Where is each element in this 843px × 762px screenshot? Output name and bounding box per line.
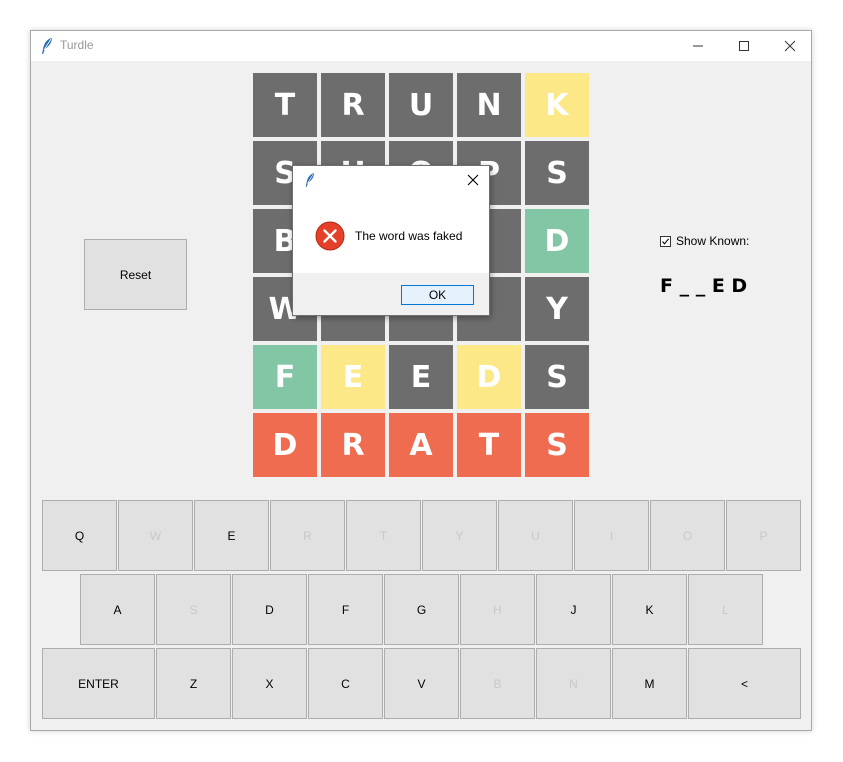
key-a[interactable]: A [80,574,155,645]
key-q[interactable]: Q [42,500,117,571]
turdle-window: Turdle TRUNKSHOPSBDWYFEEDSDRATS Reset Sh… [30,30,812,731]
close-icon [467,174,479,186]
key-j[interactable]: J [536,574,611,645]
key-l[interactable]: L [688,574,763,645]
key-m[interactable]: M [612,648,687,719]
close-window-button[interactable] [767,31,813,61]
show-known-toggle[interactable]: Show Known: [660,233,749,249]
key-k[interactable]: K [612,574,687,645]
grid-tile: E [321,345,385,409]
minimize-button[interactable] [675,31,721,61]
key-t[interactable]: T [346,500,421,571]
key-s[interactable]: S [156,574,231,645]
key-enter[interactable]: ENTER [42,648,155,719]
key-z[interactable]: Z [156,648,231,719]
grid-tile: R [321,413,385,477]
feather-icon [42,38,52,54]
error-dialog: The word was faked OK [292,165,490,316]
key-x[interactable]: X [232,648,307,719]
grid-tile: E [389,345,453,409]
error-icon [315,221,345,251]
grid-tile: S [525,413,589,477]
window-title: Turdle [60,38,94,52]
key-b[interactable]: B [460,648,535,719]
show-known-checkbox[interactable] [660,235,671,247]
key-e[interactable]: E [194,500,269,571]
grid-tile: F [253,345,317,409]
key-i[interactable]: I [574,500,649,571]
grid-tile: T [253,73,317,137]
title-bar[interactable]: Turdle [31,31,811,61]
grid-tile: S [525,141,589,205]
key-p[interactable]: P [726,500,801,571]
grid-tile: A [389,413,453,477]
dialog-message: The word was faked [355,229,463,243]
key-d[interactable]: D [232,574,307,645]
checkmark-icon [662,237,670,245]
key-backspace[interactable]: < [688,648,801,719]
feather-icon [305,173,315,187]
close-icon [784,40,796,52]
reset-button[interactable]: Reset [84,239,187,310]
grid-tile: N [457,73,521,137]
ok-button[interactable]: OK [401,285,474,305]
key-g[interactable]: G [384,574,459,645]
grid-tile: R [321,73,385,137]
maximize-button[interactable] [721,31,767,61]
known-letters: F _ _ E D [660,275,748,297]
key-r[interactable]: R [270,500,345,571]
key-h[interactable]: H [460,574,535,645]
grid-tile: U [389,73,453,137]
key-w[interactable]: W [118,500,193,571]
dialog-footer: OK [293,273,489,315]
maximize-icon [739,41,749,51]
grid-tile: D [525,209,589,273]
key-u[interactable]: U [498,500,573,571]
key-f[interactable]: F [308,574,383,645]
key-c[interactable]: C [308,648,383,719]
grid-tile: S [525,345,589,409]
key-y[interactable]: Y [422,500,497,571]
grid-tile: Y [525,277,589,341]
show-known-label: Show Known: [676,234,750,248]
dialog-close-button[interactable] [461,170,485,190]
key-n[interactable]: N [536,648,611,719]
key-o[interactable]: O [650,500,725,571]
minimize-icon [693,45,703,47]
grid-tile: K [525,73,589,137]
grid-tile: D [457,345,521,409]
grid-tile: D [253,413,317,477]
grid-tile: T [457,413,521,477]
key-v[interactable]: V [384,648,459,719]
